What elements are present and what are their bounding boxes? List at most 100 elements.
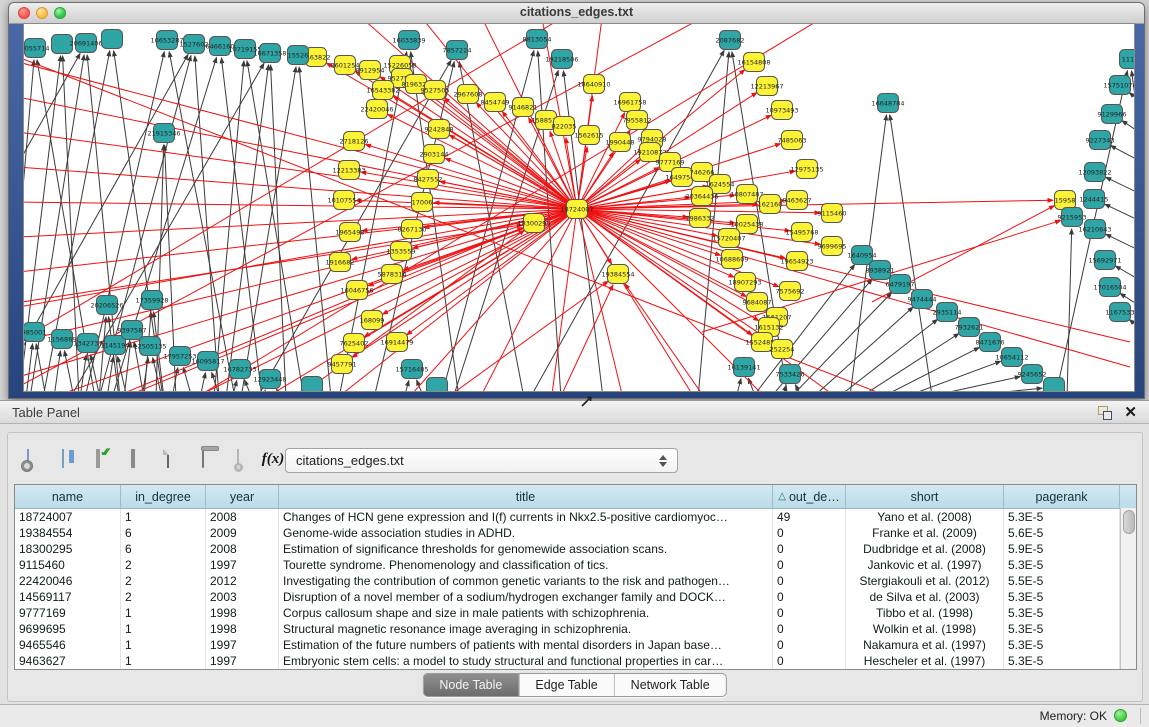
graph-node[interactable]: 17016504	[1093, 278, 1126, 297]
table-source-dropdown[interactable]: citations_edges.txt	[285, 448, 678, 473]
graph-node[interactable]: 12213383	[332, 161, 365, 180]
table-row[interactable]: 946554611997Estimation of the future num…	[15, 637, 1136, 653]
close-panel-icon[interactable]: ✕	[1124, 403, 1137, 421]
graph-node[interactable]: 8427552	[414, 170, 443, 189]
graph-node[interactable]: 7485063	[778, 131, 807, 150]
graph-node[interactable]: 16210643	[1078, 220, 1111, 239]
graph-node[interactable]: 16033839	[392, 31, 425, 50]
graph-node[interactable]: 2967608	[454, 85, 483, 104]
graph-node[interactable]: 822035	[552, 117, 577, 136]
graph-node[interactable]: 7986332	[686, 209, 715, 228]
column-header-title[interactable]: title	[279, 485, 773, 508]
table-scrollbar[interactable]	[1120, 508, 1136, 669]
graph-node[interactable]: 15526	[288, 46, 309, 65]
edge[interactable]	[1067, 229, 1072, 391]
edge[interactable]	[245, 380, 252, 391]
graph-node[interactable]: 16961758	[613, 93, 646, 112]
edge-selected[interactable]	[552, 209, 577, 391]
graph-node[interactable]: 9115460	[818, 204, 847, 223]
table-row[interactable]: 911546021997Tourette syndrome. Phenomeno…	[15, 557, 1136, 573]
graph-node[interactable]: 22420046	[360, 100, 393, 119]
graph-node[interactable]: 12923448	[253, 370, 286, 389]
graph-node[interactable]: 15716485	[395, 360, 428, 379]
edge[interactable]	[1111, 146, 1134, 170]
table-row[interactable]: 946362711997Embryonic stem cells: a mode…	[15, 653, 1136, 669]
graph-node[interactable]: 9457791	[328, 355, 357, 374]
edge[interactable]	[922, 377, 1020, 391]
graph-node[interactable]: 21915346	[147, 124, 180, 143]
graph-node[interactable]: 16648784	[871, 94, 904, 113]
graph-node[interactable]: 1156869	[48, 330, 77, 349]
graph-node[interactable]: 9242848	[425, 120, 454, 139]
edge-selected[interactable]	[444, 98, 577, 209]
graph-node[interactable]: 7575692	[776, 282, 805, 301]
column-header-year[interactable]: year	[206, 485, 279, 508]
graph-node[interactable]: 9699695	[818, 237, 847, 256]
graph-node[interactable]: 2935114	[933, 303, 962, 322]
graph-node[interactable]: 16139141	[727, 358, 760, 377]
graph-node[interactable]: 9146821	[509, 98, 538, 117]
function-builder-button[interactable]: f(x)	[259, 445, 287, 473]
column-header-in_degree[interactable]: in_degree	[121, 485, 206, 508]
graph-node[interactable]	[1044, 378, 1065, 392]
edge-selected[interactable]	[342, 209, 577, 391]
edge[interactable]	[262, 390, 265, 391]
network-canvas[interactable]: 1872400718300295193845547463822860125489…	[24, 24, 1134, 391]
graph-node[interactable]: 8471676	[976, 333, 1005, 352]
select-all-button[interactable]	[84, 445, 112, 473]
graph-node[interactable]	[102, 30, 123, 49]
tab-network-table[interactable]: Network Table	[614, 674, 726, 696]
edge[interactable]	[195, 56, 219, 391]
edge[interactable]	[890, 115, 932, 391]
graph-node[interactable]: 9245652	[1018, 365, 1047, 384]
edge-selected[interactable]	[562, 285, 613, 391]
graph-node[interactable]: 9463627	[783, 191, 812, 210]
edge-selected[interactable]	[625, 284, 702, 391]
edge[interactable]	[91, 355, 100, 391]
edge[interactable]	[902, 361, 1001, 391]
graph-node[interactable]: 18640910	[577, 75, 610, 94]
edge[interactable]	[271, 65, 286, 391]
graph-node[interactable]: 1342737	[74, 334, 103, 353]
graph-node[interactable]: 5878314	[378, 265, 407, 284]
edge[interactable]	[790, 293, 892, 391]
edge-selected[interactable]	[24, 209, 577, 237]
graph-node[interactable]: 2087682	[716, 31, 745, 50]
graph-node[interactable]: 1112	[1120, 50, 1135, 69]
graph-node[interactable]: 1527602	[180, 35, 209, 54]
graph-node[interactable]: 1990448	[606, 133, 635, 152]
graph-node[interactable]: 9474444	[908, 290, 937, 309]
column-header-pagerank[interactable]: pagerank	[1004, 485, 1120, 508]
edge[interactable]	[880, 347, 979, 391]
graph-node[interactable]: 19384554	[601, 265, 634, 284]
delete-table-button[interactable]	[189, 445, 217, 473]
graph-node[interactable]: 7932621	[955, 318, 984, 337]
table-row[interactable]: 2242004622012Investigating the contribut…	[15, 573, 1136, 589]
scrollbar-thumb[interactable]	[1123, 510, 1135, 534]
graph-node[interactable]: 1965498	[336, 223, 365, 242]
tab-node-table[interactable]: Node Table	[423, 674, 518, 696]
edge[interactable]	[795, 385, 802, 391]
edge[interactable]	[1129, 320, 1134, 342]
tab-edge-table[interactable]: Edge Table	[518, 674, 613, 696]
column-header-name[interactable]: name	[15, 485, 121, 508]
graph-node[interactable]: 10654112	[995, 348, 1028, 367]
edge[interactable]	[36, 344, 46, 391]
graph-node[interactable]: 985001	[24, 323, 46, 342]
memory-indicator[interactable]	[1114, 709, 1127, 722]
graph-node[interactable]: 9527505	[421, 81, 450, 100]
table-row[interactable]: 1456911722003Disruption of a novel membe…	[15, 589, 1136, 605]
column-header-out_de[interactable]: △out_de…	[773, 485, 846, 508]
edge[interactable]	[404, 381, 409, 391]
graph-node[interactable]: 15751074	[1103, 76, 1134, 95]
table-row[interactable]: 977716911998Corpus callosum shape and si…	[15, 605, 1136, 621]
edge-selected[interactable]	[452, 281, 608, 391]
graph-node[interactable]: 8267130	[398, 220, 427, 239]
graph-node[interactable]	[302, 377, 323, 392]
edge[interactable]	[200, 373, 205, 391]
graph-node[interactable]: 16154808	[737, 53, 770, 72]
graph-node[interactable]: 1353559	[387, 242, 416, 261]
graph-node[interactable]: 12213967	[750, 77, 783, 96]
graph-node[interactable]: 7625402	[340, 334, 369, 353]
edge[interactable]	[1129, 93, 1134, 115]
